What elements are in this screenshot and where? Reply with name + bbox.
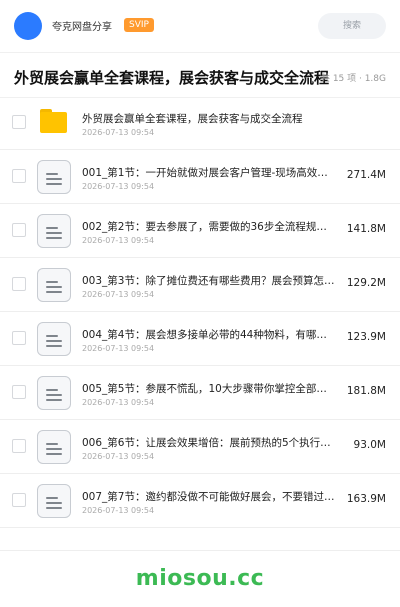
app-name: 夸克网盘分享 (52, 22, 112, 33)
document-icon (37, 214, 71, 248)
item-name: 外贸展会赢单全套课程，展会获客与成交全流程 (82, 113, 303, 125)
item-size: 163.9M (346, 493, 386, 505)
app-header: 夸克网盘分享 SVIP 搜索 (0, 0, 400, 52)
document-icon (37, 160, 71, 194)
folder-meta: 共 15 项 · 1.8G (320, 74, 386, 84)
row-checkbox[interactable] (12, 169, 26, 183)
folder-title-bar: 外贸展会赢单全套课程，展会获客与成交全流程 共 15 项 · 1.8G (0, 52, 400, 98)
item-size: 271.4M (346, 169, 386, 181)
item-size: 129.2M (346, 277, 386, 289)
document-icon (37, 376, 71, 410)
row-checkbox[interactable] (12, 223, 26, 237)
item-size: 123.9M (346, 331, 386, 343)
item-date: 2026-07-13 09:54 (82, 290, 155, 299)
item-date: 2026-07-13 09:54 (82, 452, 155, 461)
item-name: 003_第3节：除了摊位费还有哪些费用？展会预算怎… (82, 275, 335, 287)
item-date: 2026-07-13 09:54 (82, 344, 155, 353)
file-list: 外贸展会赢单全套课程，展会获客与成交全流程 2026-07-13 09:54 0… (0, 96, 400, 528)
row-checkbox[interactable] (12, 439, 26, 453)
app-logo[interactable] (14, 12, 42, 40)
item-date: 2026-07-13 09:54 (82, 398, 155, 407)
document-icon (37, 430, 71, 464)
list-item[interactable]: 007_第7节：邀约都没做不可能做好展会，不要错过… 2026-07-13 09… (0, 474, 400, 528)
list-item[interactable]: 004_第4节：展会想多接单必带的44种物料，有哪… 2026-07-13 09… (0, 312, 400, 366)
item-date: 2026-07-13 09:54 (82, 128, 155, 137)
svip-badge[interactable]: SVIP (124, 18, 154, 32)
item-name: 002_第2节：要去参展了，需要做的36步全流程规… (82, 221, 327, 233)
row-checkbox[interactable] (12, 385, 26, 399)
footer: miosou.cc (0, 550, 400, 601)
item-name: 001_第1节：一开始就做对展会客户管理-现场高效… (82, 167, 328, 179)
item-name: 005_第5节：参展不慌乱，10大步骤带你掌控全部… (82, 383, 327, 395)
item-size: 181.8M (346, 385, 386, 397)
document-icon (37, 268, 71, 302)
item-name: 006_第6节：让展会效果增倍：展前预热的5个执行… (82, 437, 331, 449)
item-name: 007_第7节：邀约都没做不可能做好展会，不要错过… (82, 491, 335, 503)
list-item[interactable]: 006_第6节：让展会效果增倍：展前预热的5个执行… 2026-07-13 09… (0, 420, 400, 474)
folder-icon (40, 109, 67, 133)
item-date: 2026-07-13 09:54 (82, 236, 155, 245)
list-item[interactable]: 005_第5节：参展不慌乱，10大步骤带你掌控全部… 2026-07-13 09… (0, 366, 400, 420)
row-checkbox[interactable] (12, 115, 26, 129)
item-name: 004_第4节：展会想多接单必带的44种物料，有哪… (82, 329, 327, 341)
site-watermark: miosou.cc (135, 566, 265, 591)
item-size: 141.8M (346, 223, 386, 235)
list-item[interactable]: 003_第3节：除了摊位费还有哪些费用？展会预算怎… 2026-07-13 09… (0, 258, 400, 312)
row-checkbox[interactable] (12, 331, 26, 345)
item-date: 2026-07-13 09:54 (82, 182, 155, 191)
item-date: 2026-07-13 09:54 (82, 506, 155, 515)
document-icon (37, 322, 71, 356)
list-item[interactable]: 001_第1节：一开始就做对展会客户管理-现场高效… 2026-07-13 09… (0, 150, 400, 204)
page-title: 外贸展会赢单全套课程，展会获客与成交全流程 (14, 69, 330, 87)
list-item[interactable]: 外贸展会赢单全套课程，展会获客与成交全流程 2026-07-13 09:54 (0, 96, 400, 150)
list-item[interactable]: 002_第2节：要去参展了，需要做的36步全流程规… 2026-07-13 09… (0, 204, 400, 258)
item-size: 93.0M (353, 439, 386, 451)
row-checkbox[interactable] (12, 493, 26, 507)
document-icon (37, 484, 71, 518)
search-input[interactable]: 搜索 (318, 13, 386, 39)
row-checkbox[interactable] (12, 277, 26, 291)
